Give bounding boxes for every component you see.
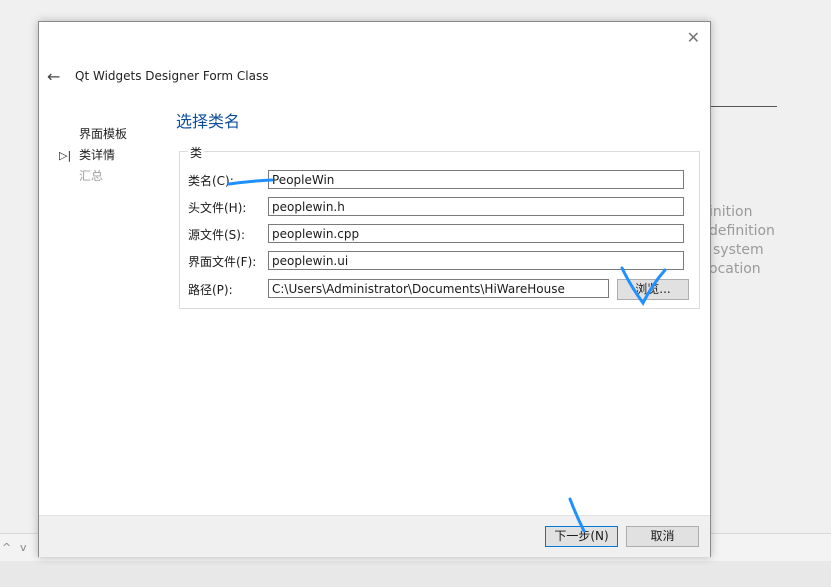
annotation-tick-mark bbox=[568, 497, 586, 533]
annotation-underline-mark bbox=[227, 178, 274, 186]
annotation-overlay bbox=[227, 178, 667, 533]
annotation-check-mark bbox=[620, 266, 667, 306]
